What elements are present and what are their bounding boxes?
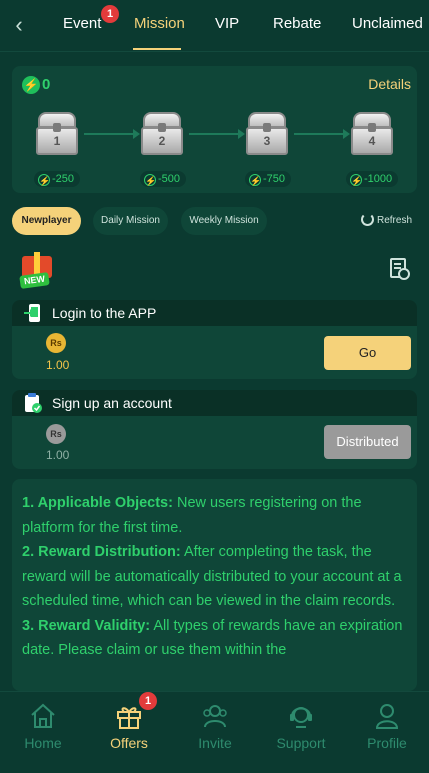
nav-label: Support — [276, 735, 326, 751]
active-tab-indicator — [133, 48, 181, 50]
requirement-value: -750 — [263, 173, 286, 185]
lock-icon — [263, 123, 271, 132]
task-card-header: Login to the APP — [12, 300, 417, 326]
lock-icon — [53, 123, 61, 132]
nav-invite[interactable]: Invite — [172, 692, 258, 773]
energy-bolt-icon: ⚡ — [38, 174, 51, 186]
tab-event-badge: 1 — [101, 5, 119, 23]
progress-connector — [189, 133, 239, 135]
records-icon[interactable] — [390, 258, 410, 280]
nav-label: Offers — [110, 735, 148, 751]
requirement-value: -250 — [52, 173, 75, 185]
reward-amount: 1.00 — [46, 448, 70, 462]
details-link[interactable]: Details — [368, 76, 411, 92]
task-card: Sign up an account Rs 1.00 Distributed — [12, 390, 417, 469]
clipboard-check-icon — [25, 393, 42, 413]
nav-support[interactable]: Support — [258, 692, 344, 773]
tab-label: Unclaimed — [352, 15, 423, 32]
rule-heading: 1. Applicable Objects: — [22, 495, 173, 511]
tab-unclaimed[interactable]: Unclaimed — [352, 15, 423, 32]
nav-offers[interactable]: Offers — [86, 692, 172, 773]
rupee-coin-icon: Rs — [46, 333, 66, 353]
rules-panel: 1. Applicable Objects: New users registe… — [12, 479, 417, 691]
refresh-button[interactable]: Refresh — [361, 213, 412, 226]
invite-icon — [203, 705, 227, 728]
nav-label: Invite — [198, 735, 232, 751]
reward-amount: 1.00 — [46, 358, 70, 372]
treasure-chest-2[interactable]: 2 — [141, 112, 183, 156]
distributed-button[interactable]: Distributed — [324, 425, 411, 459]
task-card-header: Sign up an account — [12, 390, 417, 416]
energy-bolt-icon: ⚡ — [22, 76, 40, 94]
chest-requirement: ⚡ -250 — [34, 171, 81, 187]
chest-progress-panel: ⚡ 0 Details 1 2 3 4 ⚡ -250 ⚡ -500 ⚡ -750 ⚡ -… — [12, 66, 417, 193]
energy-bolt-icon: ⚡ — [144, 174, 157, 186]
arrow-right-icon — [133, 129, 140, 139]
top-nav: ‹ Event 1 Mission VIP Rebate Unclaimed — [0, 0, 429, 52]
tab-label: Rebate — [273, 15, 322, 32]
filter-daily-mission[interactable]: Daily Mission — [93, 207, 168, 235]
progress-connector — [84, 133, 134, 135]
tab-label: Event — [63, 15, 102, 32]
new-label: NEW — [19, 272, 50, 289]
home-icon — [31, 703, 55, 728]
arrow-right-icon — [343, 129, 350, 139]
go-button[interactable]: Go — [324, 336, 411, 370]
support-icon — [290, 707, 312, 728]
tab-rebate[interactable]: Rebate — [273, 15, 321, 32]
rule-item: 3. Reward Validity: All types of rewards… — [22, 614, 407, 663]
energy-bolt-icon: ⚡ — [350, 174, 363, 186]
progress-connector — [294, 133, 344, 135]
new-player-gift-icon: NEW — [16, 248, 60, 290]
chest-requirement: ⚡ -1000 — [346, 171, 399, 187]
requirement-value: -500 — [158, 173, 181, 185]
energy-score: 0 — [42, 76, 51, 93]
refresh-label: Refresh — [377, 215, 413, 226]
chest-requirement: ⚡ -500 — [140, 171, 187, 187]
task-title: Login to the APP — [52, 305, 157, 321]
lock-icon — [368, 123, 376, 132]
filter-weekly-mission[interactable]: Weekly Mission — [181, 207, 267, 235]
profile-icon — [375, 704, 399, 729]
rule-item: 1. Applicable Objects: New users registe… — [22, 491, 407, 540]
offers-badge: 1 — [139, 692, 157, 710]
phone-login-icon — [24, 304, 40, 322]
lock-icon — [158, 123, 166, 132]
requirement-value: -1000 — [364, 173, 393, 185]
energy-bolt-icon: ⚡ — [249, 174, 262, 186]
task-card: Login to the APP Rs 1.00 Go — [12, 300, 417, 379]
tab-label: VIP — [215, 15, 240, 32]
nav-profile[interactable]: Profile — [344, 692, 429, 773]
chest-requirement: ⚡ -750 — [245, 171, 292, 187]
nav-label: Home — [24, 735, 62, 751]
tab-event[interactable]: Event — [63, 15, 101, 32]
refresh-icon — [361, 213, 374, 226]
arrow-right-icon — [238, 129, 245, 139]
nav-label: Profile — [367, 735, 407, 751]
treasure-chest-4[interactable]: 4 — [351, 112, 393, 156]
tab-label: Mission — [134, 15, 185, 32]
rupee-coin-icon: Rs — [46, 424, 66, 444]
task-title: Sign up an account — [52, 395, 172, 411]
rule-item: 2. Reward Distribution: After completing… — [22, 540, 407, 614]
nav-home[interactable]: Home — [0, 692, 86, 773]
filter-newplayer[interactable]: Newplayer — [12, 207, 81, 235]
tab-vip[interactable]: VIP — [215, 15, 239, 32]
back-arrow-icon[interactable]: ‹ — [8, 12, 30, 38]
rule-heading: 3. Reward Validity: — [22, 617, 151, 634]
treasure-chest-3[interactable]: 3 — [246, 112, 288, 156]
bottom-nav: Home Offers 1 Invite Support Profile — [0, 691, 429, 773]
treasure-chest-1[interactable]: 1 — [36, 112, 78, 156]
tab-mission[interactable]: Mission — [134, 15, 185, 32]
rule-heading: 2. Reward Distribution: — [22, 544, 181, 560]
gift-icon — [117, 707, 141, 729]
